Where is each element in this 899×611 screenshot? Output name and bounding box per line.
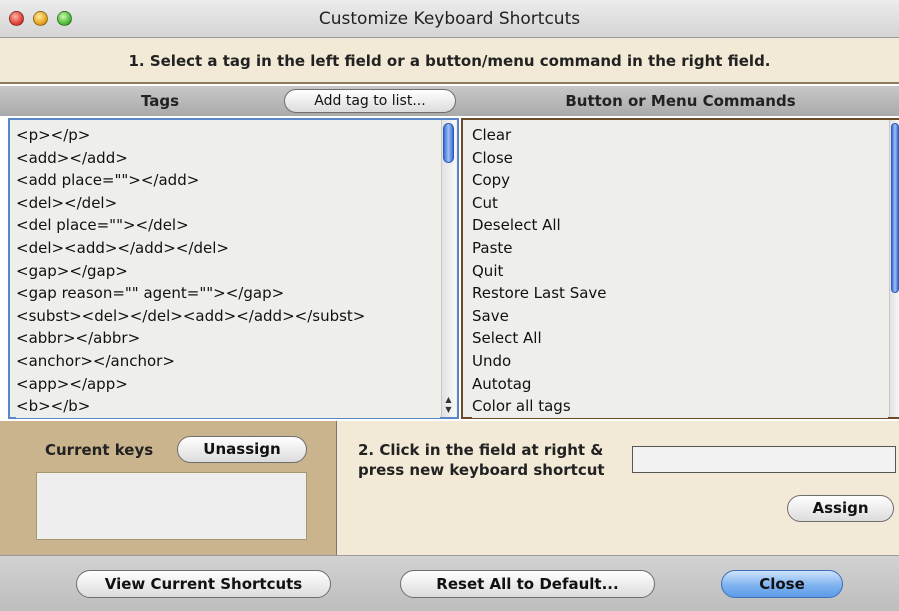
tag-item[interactable]: <del><add></add></del> [16, 237, 440, 260]
command-item[interactable]: Cut [472, 192, 888, 215]
step1-instruction: 1. Select a tag in the left field or a b… [128, 52, 771, 70]
command-item[interactable]: Undo [472, 350, 888, 373]
command-item[interactable]: Copy [472, 169, 888, 192]
scroll-down-arrow-icon[interactable]: ▼ [441, 405, 456, 415]
current-keys-display [36, 472, 307, 540]
command-item[interactable]: Paste [472, 237, 888, 260]
command-item[interactable]: Select All [472, 327, 888, 350]
tag-item[interactable]: <add place=""></add> [16, 169, 440, 192]
command-item[interactable]: Clear [472, 124, 888, 147]
scroll-up-arrow-icon[interactable]: ▲ [441, 395, 456, 405]
tag-item[interactable]: <anchor></anchor> [16, 350, 440, 373]
command-item[interactable]: Deselect All [472, 214, 888, 237]
command-item[interactable]: Color all tags [472, 395, 888, 418]
tag-item[interactable]: <p></p> [16, 124, 440, 147]
tag-item[interactable]: <del place=""></del> [16, 214, 440, 237]
tag-item[interactable]: <b></b> [16, 395, 440, 418]
tag-item[interactable]: <subst><del></del><add></add></subst> [16, 305, 440, 328]
commands-list[interactable]: Clear Close Copy Cut Deselect All Paste … [472, 124, 888, 418]
commands-header: Button or Menu Commands [565, 92, 796, 110]
commands-scroll-thumb[interactable] [891, 123, 899, 293]
window-title: Customize Keyboard Shortcuts [318, 9, 581, 29]
tag-item[interactable]: <abbr></abbr> [16, 327, 440, 350]
tag-item[interactable]: <add></add> [16, 147, 440, 170]
tag-item[interactable]: <gap></gap> [16, 260, 440, 283]
command-item[interactable]: Quit [472, 260, 888, 283]
unassign-button[interactable]: Unassign [177, 436, 307, 463]
add-tag-button[interactable]: Add tag to list... [284, 89, 456, 113]
assign-button[interactable]: Assign [787, 495, 894, 522]
tags-scroll-thumb[interactable] [443, 123, 454, 163]
current-keys-label: Current keys [45, 441, 154, 459]
step2-instruction-line1: 2. Click in the field at right & [358, 441, 604, 459]
shortcut-input-field[interactable] [632, 446, 896, 473]
tags-header: Tags [140, 92, 180, 110]
step2-instruction-line2: press new keyboard shortcut [358, 461, 605, 479]
tag-item[interactable]: <gap reason="" agent=""></gap> [16, 282, 440, 305]
close-button[interactable]: Close [721, 570, 843, 598]
command-item[interactable]: Restore Last Save [472, 282, 888, 305]
command-item[interactable]: Autotag [472, 373, 888, 396]
view-current-shortcuts-button[interactable]: View Current Shortcuts [76, 570, 331, 598]
command-item[interactable]: Close [472, 147, 888, 170]
tag-item[interactable]: <del></del> [16, 192, 440, 215]
command-item[interactable]: Save [472, 305, 888, 328]
tag-item[interactable]: <app></app> [16, 373, 440, 396]
tags-scrollbar[interactable] [441, 120, 456, 417]
tags-list[interactable]: <p></p> <add></add> <add place=""></add>… [16, 124, 440, 418]
reset-all-default-button[interactable]: Reset All to Default... [400, 570, 655, 598]
